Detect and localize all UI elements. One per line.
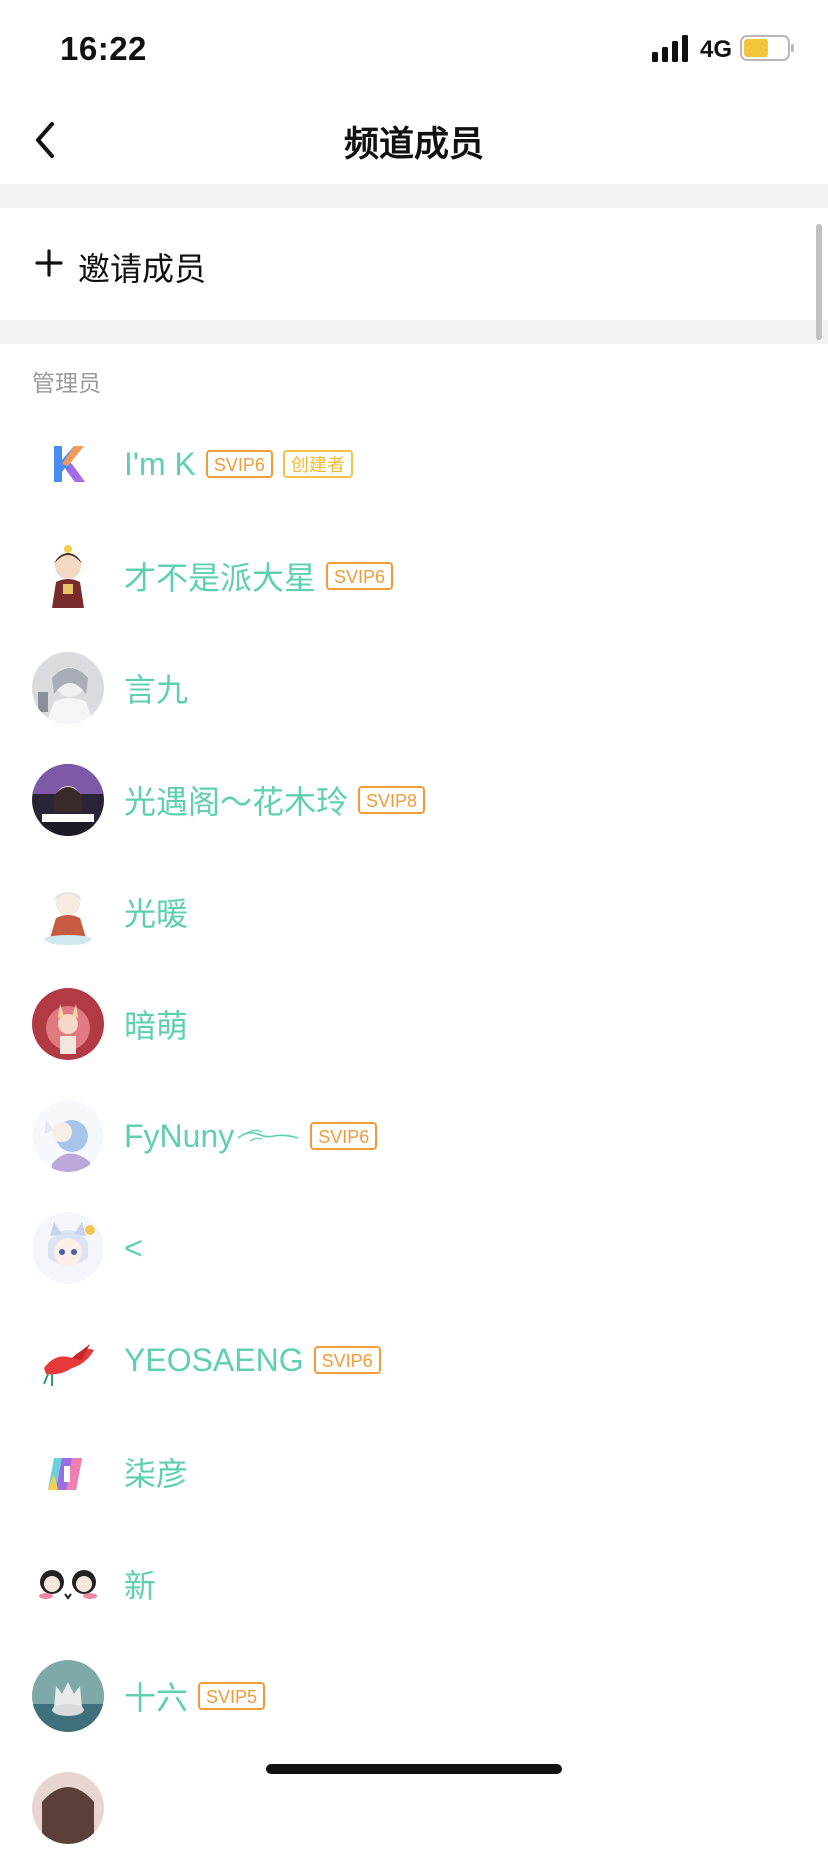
- avatar[interactable]: [32, 1100, 104, 1172]
- member-name: 暗萌: [124, 1008, 189, 1044]
- list-item[interactable]: 光暖: [0, 856, 828, 968]
- list-item[interactable]: YEOSAENG SVIP6: [0, 1304, 828, 1416]
- member-list: I'm K SVIP6 创建者 才不是派大星 SVIP6 言九 光遇阁～花木玲 …: [0, 408, 828, 1864]
- page-title: 频道成员: [343, 125, 484, 164]
- avatar[interactable]: [32, 652, 104, 724]
- invite-member-row[interactable]: 邀请成员: [0, 208, 828, 320]
- avatar[interactable]: [32, 1548, 104, 1620]
- section-divider: [0, 184, 828, 208]
- section-header-admins: 管理员: [32, 370, 101, 396]
- avatar[interactable]: [32, 876, 104, 948]
- network-label: 4G: [700, 36, 733, 63]
- list-item[interactable]: 才不是派大星 SVIP6: [0, 520, 828, 632]
- list-item[interactable]: FyNuny SVIP6: [0, 1080, 828, 1192]
- svip-badge: SVIP6: [313, 1346, 381, 1374]
- avatar[interactable]: [32, 1212, 104, 1284]
- member-name: 新: [124, 1568, 157, 1604]
- list-item[interactable]: <: [0, 1192, 828, 1304]
- member-name: 光遇阁～花木玲: [124, 784, 349, 820]
- list-item[interactable]: 光遇阁～花木玲 SVIP8: [0, 744, 828, 856]
- member-name: 才不是派大星: [124, 560, 317, 596]
- avatar[interactable]: [32, 428, 104, 500]
- member-name: 十六: [124, 1680, 189, 1716]
- creator-badge: 创建者: [282, 450, 353, 478]
- member-name: 言九: [124, 672, 189, 708]
- signal-icon: [652, 35, 688, 62]
- svip-badge: SVIP8: [358, 786, 426, 814]
- svip-badge: SVIP6: [310, 1122, 378, 1150]
- nav-bar: 频道成员: [0, 96, 828, 184]
- avatar[interactable]: [32, 764, 104, 836]
- avatar[interactable]: [32, 540, 104, 612]
- status-bar: 16:22 4G: [0, 0, 828, 96]
- battery-icon: [740, 35, 794, 61]
- member-name: I'm K: [124, 445, 196, 482]
- member-name: <: [124, 1229, 143, 1266]
- list-item[interactable]: 柒彦: [0, 1416, 828, 1528]
- status-time: 16:22: [60, 30, 147, 67]
- list-item[interactable]: 言九: [0, 632, 828, 744]
- home-indicator[interactable]: [266, 1764, 562, 1774]
- avatar[interactable]: [32, 1660, 104, 1732]
- svip-badge: SVIP5: [198, 1682, 266, 1710]
- scrollbar[interactable]: [816, 224, 822, 340]
- list-item[interactable]: 暗萌: [0, 968, 828, 1080]
- svip-badge: SVIP6: [205, 450, 273, 478]
- member-name: 光暖: [124, 896, 189, 932]
- list-item[interactable]: 十六 SVIP5: [0, 1640, 828, 1752]
- section-divider: [0, 320, 828, 344]
- avatar[interactable]: [32, 1436, 104, 1508]
- name-flourish-icon: [237, 1129, 299, 1142]
- member-name: FyNuny: [124, 1117, 235, 1154]
- list-item[interactable]: I'm K SVIP6 创建者: [0, 408, 828, 520]
- plus-icon: [35, 249, 63, 277]
- svip-badge: SVIP6: [326, 562, 394, 590]
- member-name: 柒彦: [124, 1456, 189, 1492]
- avatar[interactable]: [32, 1772, 104, 1844]
- invite-member-label: 邀请成员: [78, 251, 207, 287]
- member-name: YEOSAENG: [124, 1341, 304, 1378]
- avatar[interactable]: [32, 1324, 104, 1396]
- avatar[interactable]: [32, 988, 104, 1060]
- list-item[interactable]: 新: [0, 1528, 828, 1640]
